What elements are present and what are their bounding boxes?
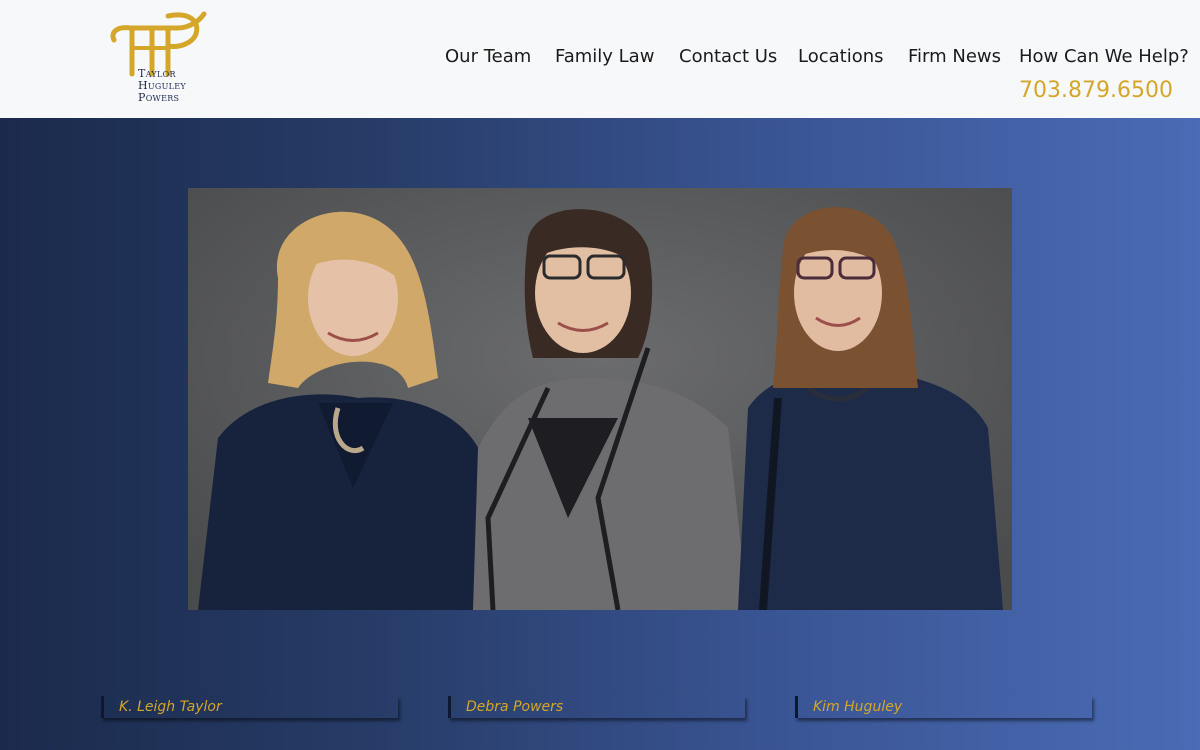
- team-member-name: Kim Huguley: [813, 699, 903, 715]
- team-member-name: K. Leigh Taylor: [119, 699, 222, 715]
- team-member-name: Debra Powers: [466, 699, 564, 715]
- team-photo-illustration: [188, 188, 1012, 610]
- team-member-card-huguley[interactable]: Kim Huguley: [795, 696, 1092, 718]
- team-member-card-powers[interactable]: Debra Powers: [448, 696, 745, 718]
- logo-text: Taylor Huguley Powers: [138, 68, 186, 104]
- nav-our-team[interactable]: Our Team: [445, 46, 531, 67]
- nav-locations[interactable]: Locations: [798, 46, 884, 67]
- logo-line-powers: Powers: [138, 91, 180, 104]
- team-section: K. Leigh Taylor Debra Powers Kim Huguley: [0, 118, 1200, 750]
- nav-family-law[interactable]: Family Law: [555, 46, 654, 67]
- nav-firm-news[interactable]: Firm News: [908, 46, 1001, 67]
- logo[interactable]: Taylor Huguley Powers: [104, 10, 214, 110]
- phone-number-link[interactable]: 703.879.6500: [1019, 78, 1173, 103]
- team-member-card-taylor[interactable]: K. Leigh Taylor: [101, 696, 398, 718]
- site-header: Taylor Huguley Powers Our Team Family La…: [0, 0, 1200, 118]
- nav-how-can-we-help[interactable]: How Can We Help?: [1019, 46, 1189, 67]
- team-photo: [188, 188, 1012, 610]
- nav-contact-us[interactable]: Contact Us: [679, 46, 777, 67]
